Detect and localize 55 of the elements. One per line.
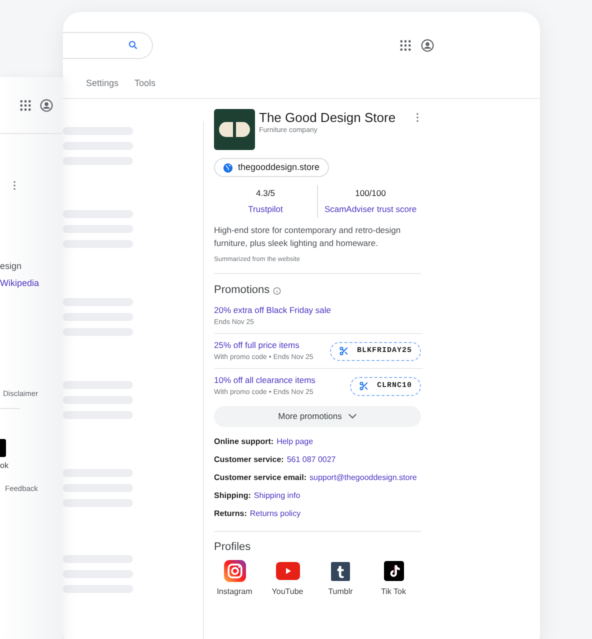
apps-grid-icon[interactable] bbox=[20, 100, 31, 110]
wikipedia-link[interactable]: Wikipedia bbox=[0, 276, 63, 290]
info-link[interactable]: Help page bbox=[276, 436, 314, 448]
camera-icon bbox=[224, 560, 246, 582]
profile-link[interactable]: Tumblr bbox=[314, 560, 367, 598]
promotion-link[interactable]: 20% extra off Black Friday sale bbox=[214, 304, 421, 316]
app-label: ok bbox=[0, 460, 10, 472]
profile-link[interactable]: Instagram bbox=[208, 560, 261, 598]
info-link[interactable]: Shipping info bbox=[254, 490, 300, 502]
account-icon[interactable] bbox=[421, 38, 434, 52]
search-icon bbox=[128, 40, 138, 50]
promotion-link[interactable]: 25% off full price items bbox=[214, 339, 330, 352]
rating-score: 4.3/5 bbox=[256, 187, 275, 200]
rating-source-link[interactable]: ScamAdviser trust score bbox=[324, 202, 417, 216]
scissors-icon bbox=[338, 346, 349, 356]
play-icon bbox=[276, 562, 300, 580]
profile-link[interactable]: Tik Tok bbox=[367, 560, 420, 598]
more-promotions-button[interactable]: More promotions bbox=[214, 406, 421, 426]
promotion-link[interactable]: 10% off all clearance items bbox=[214, 374, 350, 387]
info-link[interactable]: Returns policy bbox=[250, 508, 301, 520]
info-label: Online support: bbox=[214, 436, 274, 448]
app-icon bbox=[0, 439, 6, 458]
section-heading: Promotions bbox=[214, 283, 270, 298]
store-description: High-end store for contemporary and retro-design furniture, plus sleek lighting and homeware. bbox=[214, 224, 402, 250]
nav-tab[interactable]: Settings bbox=[86, 77, 119, 91]
profile-label: Tik Tok bbox=[381, 586, 406, 598]
rating-score: 100/100 bbox=[355, 187, 386, 200]
scissors-icon bbox=[358, 381, 369, 392]
profile-label: Instagram bbox=[216, 586, 252, 598]
info-link[interactable]: support@thegooddesign.store bbox=[310, 472, 417, 484]
info-label: Customer service email: bbox=[214, 472, 306, 484]
result-text: esign bbox=[0, 260, 23, 273]
search-field[interactable] bbox=[63, 32, 153, 58]
info-label: Returns: bbox=[214, 508, 247, 520]
info-link[interactable]: 561 087 0027 bbox=[286, 454, 336, 466]
music-note-icon bbox=[384, 561, 404, 581]
nav-tab[interactable]: Tools bbox=[134, 77, 156, 91]
profile-label: Tumblr bbox=[328, 586, 353, 598]
letter-t-icon bbox=[331, 562, 350, 580]
info-icon[interactable] bbox=[272, 286, 281, 294]
info-label: Customer service: bbox=[214, 454, 284, 466]
store-logo bbox=[214, 109, 255, 150]
account-icon[interactable] bbox=[40, 98, 53, 112]
section-heading: Profiles bbox=[214, 540, 252, 554]
chevron-down-icon bbox=[348, 413, 357, 419]
profile-link[interactable]: YouTube bbox=[261, 560, 314, 598]
more-options-icon[interactable] bbox=[416, 113, 419, 122]
profile-label: YouTube bbox=[272, 586, 304, 598]
info-label: Shipping: bbox=[214, 490, 251, 502]
website-chip[interactable]: thegooddesign.store bbox=[214, 158, 329, 177]
globe-icon bbox=[223, 162, 233, 172]
more-options-icon[interactable] bbox=[13, 181, 16, 190]
store-title: The Good Design Store bbox=[259, 110, 397, 126]
apps-grid-icon[interactable] bbox=[400, 40, 411, 50]
rating-source-link[interactable]: Trustpilot bbox=[248, 202, 283, 216]
